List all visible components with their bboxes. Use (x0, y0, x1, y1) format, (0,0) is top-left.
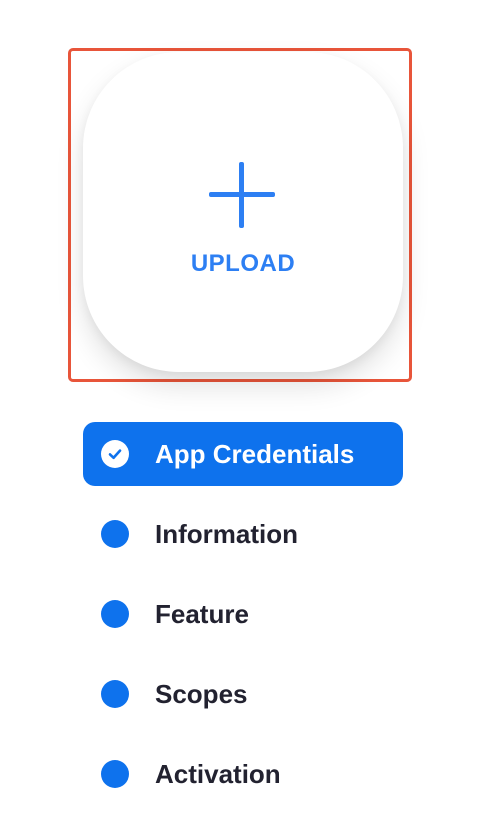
check-icon (108, 449, 122, 460)
step-label: App Credentials (155, 439, 355, 469)
step-label: Scopes (155, 679, 248, 709)
step-information[interactable]: Information (83, 502, 403, 566)
step-dot-icon (101, 600, 129, 628)
step-dot-icon (101, 680, 129, 708)
step-feature[interactable]: Feature (83, 582, 403, 646)
step-activation[interactable]: Activation (83, 742, 403, 806)
setup-steps-list: App Credentials Information Feature Scop… (83, 422, 403, 822)
upload-button[interactable]: UPLOAD (83, 52, 403, 372)
step-dot-icon (101, 520, 129, 548)
step-dot-icon (101, 760, 129, 788)
step-label: Activation (155, 759, 281, 789)
step-label: Feature (155, 599, 249, 629)
upload-label: UPLOAD (190, 250, 296, 277)
step-label: Information (155, 519, 298, 549)
step-scopes[interactable]: Scopes (83, 662, 403, 726)
step-status-indicator (101, 440, 129, 468)
plus-icon (209, 162, 275, 228)
step-app-credentials[interactable]: App Credentials (83, 422, 403, 486)
